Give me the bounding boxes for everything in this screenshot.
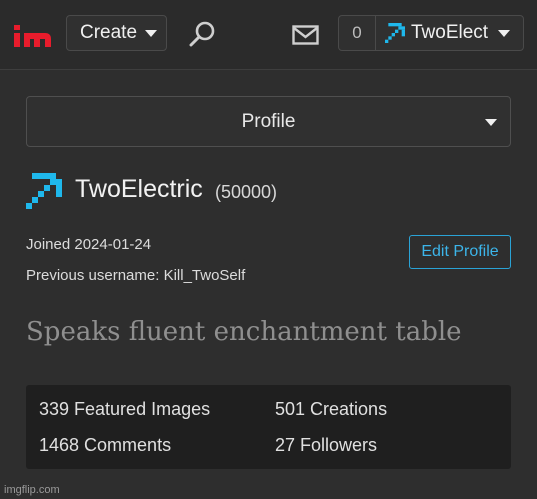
comments-stat[interactable]: 1468 Comments [39, 435, 171, 456]
watermark: imgflip.com [4, 484, 60, 496]
create-button[interactable]: Create [66, 15, 167, 51]
featured-images-stat[interactable]: 339 Featured Images [39, 399, 210, 420]
notification-count: 0 [352, 23, 362, 42]
previous-username: Previous username: Kill_TwoSelf [26, 267, 246, 284]
creations-stat[interactable]: 501 Creations [275, 399, 387, 420]
chevron-down-icon [485, 119, 497, 126]
profile-section-select[interactable]: Profile [26, 96, 511, 147]
top-navigation-bar: Create 0 TwoElect [0, 0, 537, 70]
chevron-down-icon [145, 29, 158, 37]
join-date: Joined 2024-01-24 [26, 236, 152, 253]
create-label: Create [80, 22, 138, 43]
chevron-down-icon [498, 29, 510, 37]
mail-icon[interactable] [292, 25, 319, 45]
profile-stats-panel: 339 Featured Images 501 Creations 1468 C… [26, 385, 511, 469]
edit-profile-button[interactable]: Edit Profile [409, 235, 511, 269]
user-menu-button[interactable]: TwoElect [375, 15, 524, 51]
pickaxe-avatar-icon [26, 173, 62, 209]
followers-stat[interactable]: 27 Followers [275, 435, 377, 456]
header-username: TwoElect [411, 22, 489, 43]
search-icon[interactable] [189, 20, 217, 48]
edit-profile-label: Edit Profile [421, 243, 499, 260]
profile-select-value: Profile [241, 110, 296, 132]
profile-username: TwoElectric [75, 175, 203, 203]
profile-bio: Speaks fluent enchantment table [26, 317, 462, 347]
pickaxe-avatar-icon [385, 23, 405, 43]
imgflip-logo-icon[interactable] [13, 24, 53, 48]
notification-count-button[interactable]: 0 [338, 15, 376, 51]
profile-points: (50000) [215, 182, 278, 202]
